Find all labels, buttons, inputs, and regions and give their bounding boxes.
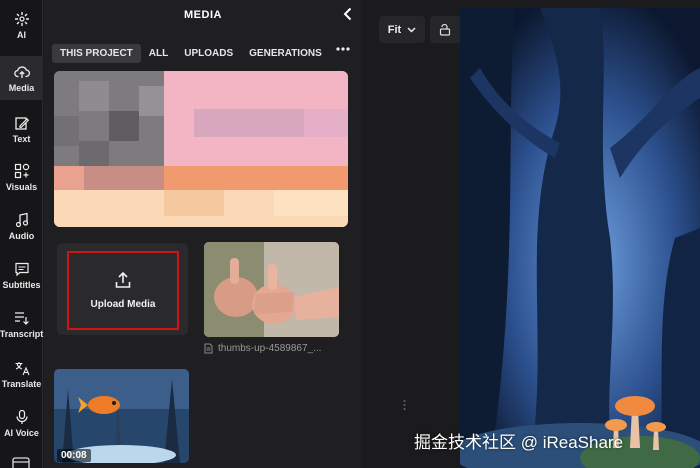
tab-all[interactable]: ALL: [141, 44, 176, 63]
rail-item-media[interactable]: Media: [0, 56, 43, 100]
rail-item-label: Transcript: [0, 328, 44, 339]
rail-item-text[interactable]: Text: [0, 107, 43, 151]
file-icon: [204, 343, 213, 354]
rail-item-label: Audio: [8, 230, 35, 241]
video-preview[interactable]: [460, 8, 700, 468]
upload-media-button[interactable]: Upload Media: [67, 251, 179, 330]
aspect-lock-button[interactable]: [430, 16, 460, 43]
rail-item-translate[interactable]: Translate: [0, 352, 43, 396]
rail-item-label: Subtitles: [2, 279, 41, 290]
resize-handle[interactable]: [403, 399, 406, 411]
rail-item-label: Text: [12, 133, 31, 144]
fit-dropdown[interactable]: Fit: [379, 16, 425, 43]
upload-cloud-icon: [13, 65, 30, 78]
rail-item-transcript[interactable]: Transcript: [0, 302, 43, 346]
translate-icon: [15, 361, 30, 375]
chevron-down-icon: [407, 26, 416, 33]
grid-shapes-icon: [14, 163, 29, 178]
chevron-left-icon[interactable]: [340, 6, 356, 22]
tab-uploads[interactable]: UPLOADS: [176, 44, 241, 63]
fantasy-forest-image: [460, 8, 700, 468]
left-rail: AI Media Text Visuals Audio Subtitles Tr…: [0, 0, 43, 468]
video-duration-badge: 00:08: [57, 449, 91, 462]
rail-item-ai[interactable]: AI: [0, 3, 43, 47]
watermark-text: 掘金技术社区 @ iReaShare: [414, 433, 624, 452]
tab-this-project[interactable]: THIS PROJECT: [52, 43, 141, 63]
media-tabs: THIS PROJECT ALL UPLOADS GENERATIONS: [52, 42, 330, 64]
project-media-thumbnail[interactable]: [54, 71, 348, 227]
edit-text-icon: [14, 116, 29, 130]
rail-item-subtitles[interactable]: Subtitles: [0, 253, 43, 297]
media-panel: MEDIA THIS PROJECT ALL UPLOADS GENERATIO…: [44, 0, 406, 468]
transcript-icon: [14, 311, 29, 325]
rail-item-label: Visuals: [5, 181, 38, 192]
more-tools-icon[interactable]: [12, 457, 30, 468]
rail-item-audio[interactable]: Audio: [0, 204, 43, 248]
video-editor: AI Media Text Visuals Audio Subtitles Tr…: [0, 0, 700, 468]
fit-label: Fit: [387, 23, 402, 36]
more-options-icon[interactable]: [336, 46, 350, 52]
voice-icon: [15, 409, 28, 424]
rail-item-label: Media: [8, 82, 35, 93]
panel-title: MEDIA: [184, 9, 222, 21]
upload-media-label: Upload Media: [90, 299, 156, 310]
rail-item-label: AI Voice: [4, 427, 39, 438]
thumbnail-filename: thumbs-up-4589867_...: [218, 343, 322, 354]
rail-item-ai-voice[interactable]: AI Voice: [0, 401, 43, 445]
tab-generations[interactable]: GENERATIONS: [241, 44, 330, 63]
unlock-icon: [439, 23, 451, 36]
rail-item-label: AI: [17, 29, 26, 40]
music-note-icon: [15, 212, 28, 227]
subtitles-icon: [14, 262, 29, 276]
thumbnail-caption: thumbs-up-4589867_...: [204, 343, 344, 354]
thumbs-up-image: [204, 242, 339, 337]
media-thumbnail-thumbs-up[interactable]: [204, 242, 339, 337]
upload-icon: [115, 271, 131, 288]
rail-item-visuals[interactable]: Visuals: [0, 155, 43, 199]
sparkle-icon: [14, 11, 29, 26]
rail-item-label: Translate: [1, 378, 42, 389]
